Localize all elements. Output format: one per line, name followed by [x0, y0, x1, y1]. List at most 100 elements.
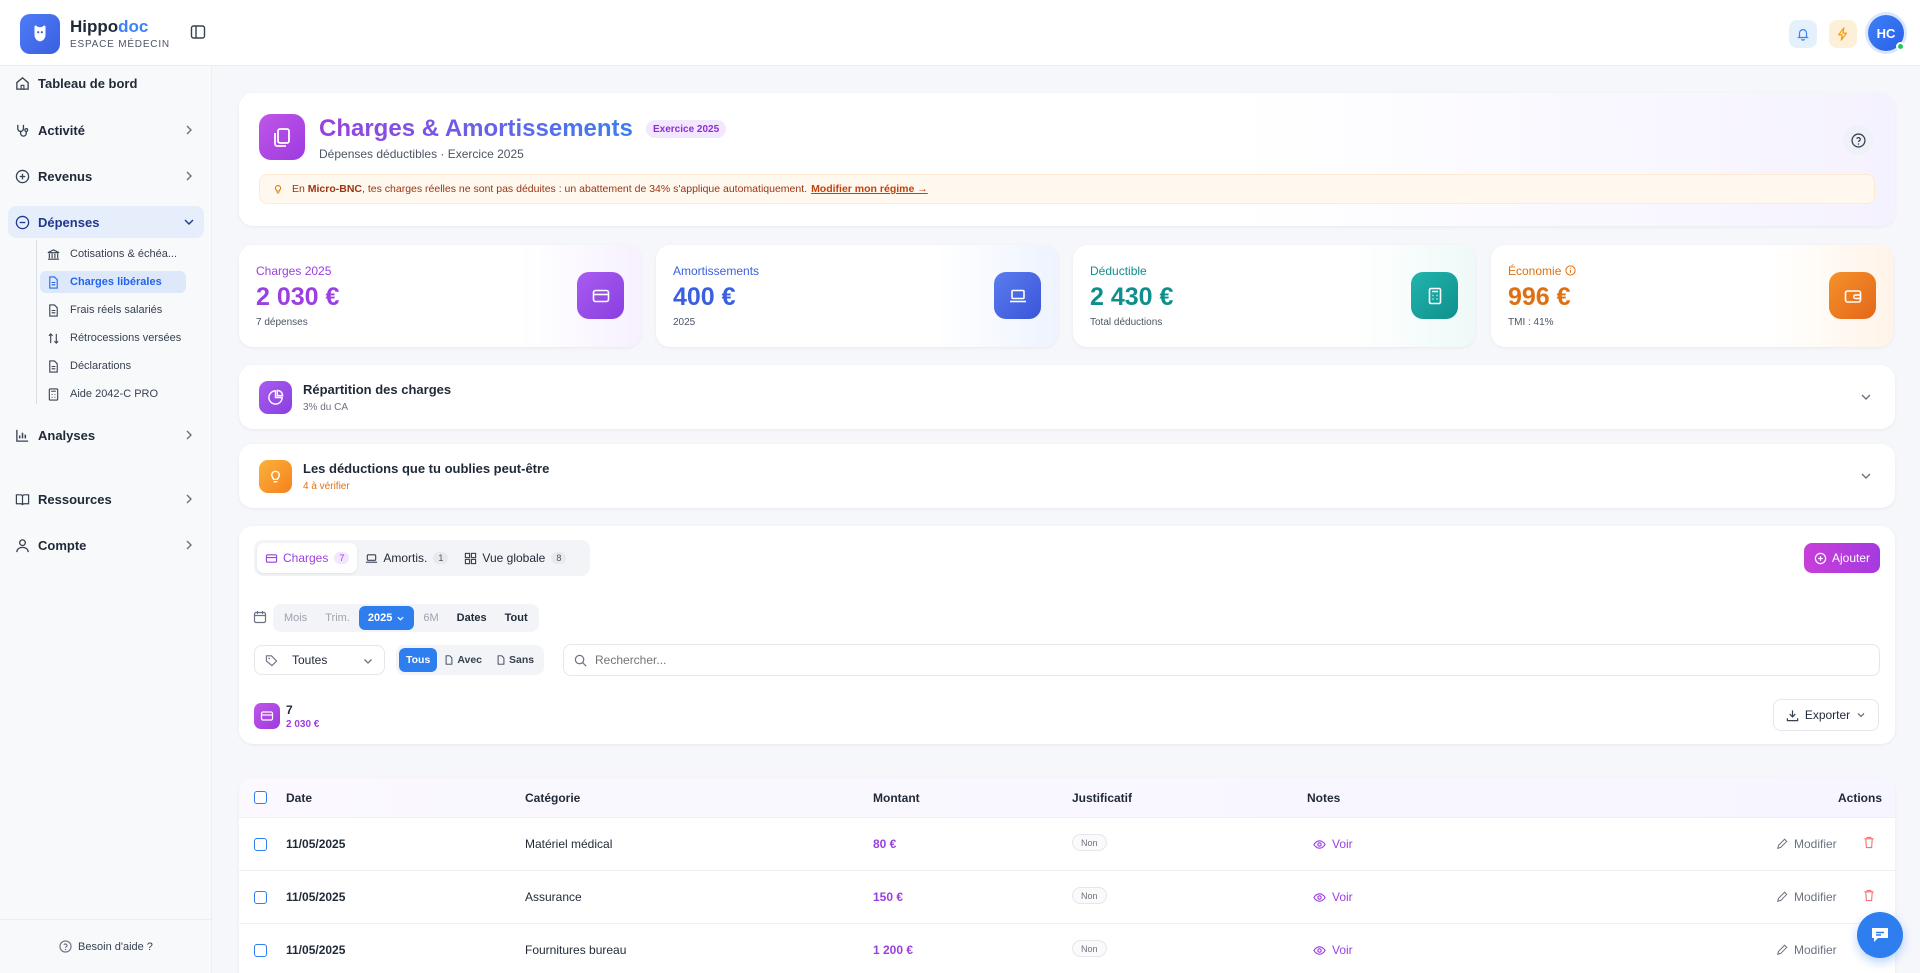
trash-icon[interactable] — [1863, 889, 1875, 905]
help-button[interactable] — [1843, 125, 1873, 155]
pie-chart-icon — [259, 381, 292, 414]
sidebar-subitem-aide-2042[interactable]: Aide 2042-C PRO — [40, 383, 186, 405]
edit-button[interactable]: Modifier — [1776, 943, 1837, 957]
period-option-6m[interactable]: 6M — [414, 606, 447, 630]
export-button[interactable]: Exporter — [1773, 699, 1879, 731]
eye-icon — [1313, 891, 1326, 904]
edit-button[interactable]: Modifier — [1776, 890, 1837, 904]
exercise-badge: Exercice 2025 — [646, 120, 727, 138]
sidebar-item-activite[interactable]: Activité — [8, 114, 204, 146]
chevron-down-icon — [1859, 390, 1873, 404]
period-option-year[interactable]: 2025 — [358, 606, 415, 630]
question-circle-icon — [59, 940, 72, 953]
view-notes-button[interactable]: Voir — [1313, 837, 1353, 851]
top-bar: Hippodoc ESPACE MÉDECIN HC — [0, 0, 1920, 66]
tab-vue-globale[interactable]: Vue globale 8 — [456, 543, 574, 573]
edit-label: Modifier — [1794, 837, 1837, 851]
sidebar-item-depenses[interactable]: Dépenses — [8, 206, 204, 238]
chevron-right-icon — [182, 169, 196, 183]
accordion-repartition[interactable]: Répartition des charges 3% du CA — [239, 365, 1895, 429]
sidebar-toggle-icon[interactable] — [190, 24, 206, 40]
sidebar-item-label: Dépenses — [38, 214, 100, 230]
header-notes: Notes — [1307, 791, 1341, 805]
sidebar-item-label: Ressources — [38, 491, 112, 507]
brand-subtitle: ESPACE MÉDECIN — [70, 39, 170, 50]
row-checkbox[interactable] — [254, 891, 267, 904]
header-amount[interactable]: Montant — [873, 791, 920, 805]
view-notes-button[interactable]: Voir — [1313, 890, 1353, 904]
header-actions: Actions — [1838, 791, 1883, 805]
proof-filter-avec[interactable]: Avec — [437, 648, 489, 672]
row-amount: 80 € — [873, 837, 897, 851]
sidebar-item-ressources[interactable]: Ressources — [8, 483, 204, 515]
user-avatar[interactable]: HC — [1868, 15, 1905, 51]
view-notes-button[interactable]: Voir — [1313, 943, 1353, 957]
sidebar-item-tableau-de-bord[interactable]: Tableau de bord — [8, 67, 204, 99]
sidebar-subitem-cotisations[interactable]: Cotisations & échéa... — [40, 243, 186, 265]
row-category: Fournitures bureau — [525, 943, 627, 957]
accordion-title: Répartition des charges — [303, 382, 452, 397]
chevron-right-icon — [182, 123, 196, 137]
brand-name-b: doc — [118, 17, 149, 36]
help-label: Besoin d'aide ? — [78, 940, 153, 953]
info-icon[interactable] — [1565, 265, 1576, 279]
help-link[interactable]: Besoin d'aide ? — [0, 919, 212, 973]
period-option-mois[interactable]: Mois — [275, 606, 316, 630]
kpi-caption: Total déductions — [1090, 317, 1163, 328]
documents-icon — [259, 114, 305, 160]
period-option-trim[interactable]: Trim. — [316, 606, 359, 630]
credit-card-icon — [254, 703, 280, 729]
row-category: Assurance — [525, 890, 582, 904]
row-date: 11/05/2025 — [286, 943, 346, 957]
kpi-label: Économie — [1508, 264, 1576, 279]
sidebar-subitem-retrocessions[interactable]: Rétrocessions versées — [40, 327, 186, 349]
row-category: Matériel médical — [525, 837, 613, 851]
user-initials: HC — [1876, 25, 1896, 41]
chat-support-button[interactable] — [1857, 912, 1903, 958]
sidebar-subitem-frais-reels[interactable]: Frais réels salariés — [40, 299, 186, 321]
row-checkbox[interactable] — [254, 838, 267, 851]
lightbulb-icon — [272, 183, 284, 195]
lightning-icon[interactable] — [1829, 20, 1857, 48]
search-icon — [574, 654, 587, 667]
edit-label: Modifier — [1794, 890, 1837, 904]
sidebar-item-analyses[interactable]: Analyses — [8, 419, 204, 451]
regime-notice: En Micro-BNC, tes charges réelles ne son… — [259, 174, 1875, 204]
search-input[interactable] — [595, 653, 1795, 667]
add-button-label: Ajouter — [1831, 551, 1871, 565]
sidebar-item-compte[interactable]: Compte — [8, 529, 204, 561]
kpi-caption: 7 dépenses — [256, 317, 308, 328]
edit-label: Modifier — [1794, 943, 1837, 957]
edit-button[interactable]: Modifier — [1776, 837, 1837, 851]
add-button[interactable]: Ajouter — [1804, 543, 1880, 573]
sidebar-item-revenus[interactable]: Revenus — [8, 160, 204, 192]
accordion-deductions[interactable]: Les déductions que tu oublies peut-être … — [239, 444, 1895, 508]
document-icon — [46, 275, 60, 289]
hippodoc-logo[interactable] — [20, 14, 60, 54]
row-amount: 150 € — [873, 890, 904, 904]
sidebar-subitem-charges-liberales[interactable]: Charges libérales — [40, 271, 186, 293]
eye-icon — [1313, 944, 1326, 957]
chevron-down-icon — [362, 655, 374, 667]
filters-panel: Charges 7 Amortis. 1 Vue globale 8 Ajout… — [239, 526, 1895, 744]
home-icon — [14, 75, 30, 91]
row-checkbox[interactable] — [254, 944, 267, 957]
bell-icon[interactable] — [1789, 20, 1817, 48]
bar-chart-icon — [14, 427, 30, 443]
period-option-dates[interactable]: Dates — [448, 606, 496, 630]
tab-charges[interactable]: Charges 7 — [257, 543, 358, 573]
proof-badge: Non — [1072, 887, 1107, 904]
sidebar-subitem-declarations[interactable]: Déclarations — [40, 355, 186, 377]
tab-amortissements[interactable]: Amortis. 1 — [357, 543, 456, 573]
header-date[interactable]: Date — [286, 791, 312, 805]
header-category[interactable]: Catégorie — [525, 791, 580, 805]
period-option-tout[interactable]: Tout — [496, 606, 537, 630]
select-all-checkbox[interactable] — [254, 791, 267, 804]
proof-filter-tous[interactable]: Tous — [399, 648, 438, 672]
change-regime-link[interactable]: Modifier mon régime → — [811, 183, 928, 195]
view-tabs: Charges 7 Amortis. 1 Vue globale 8 — [254, 540, 590, 576]
proof-filter-sans[interactable]: Sans — [489, 648, 541, 672]
trash-icon[interactable] — [1863, 836, 1875, 852]
table-row: 11/05/2025 Fournitures bureau 1 200 € No… — [239, 924, 1895, 973]
category-select[interactable]: Toutes — [254, 645, 385, 675]
